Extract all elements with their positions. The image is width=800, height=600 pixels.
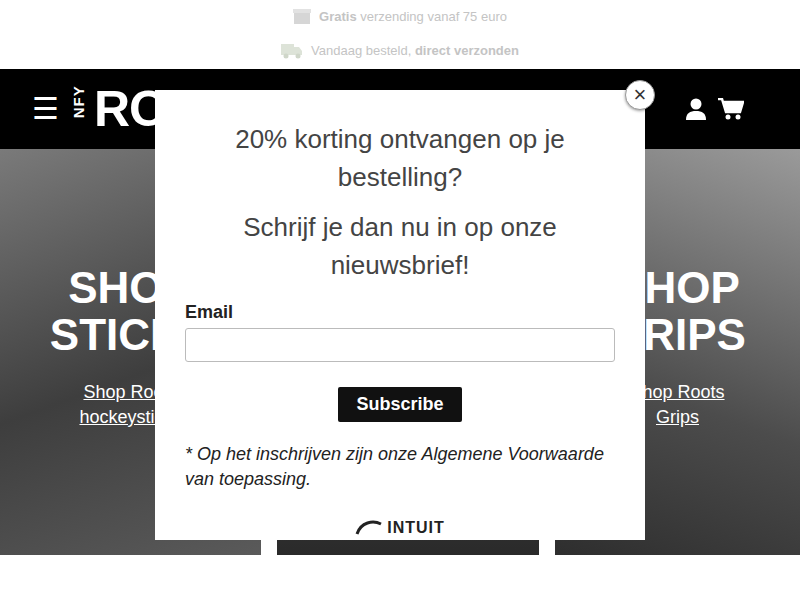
usp-part: Vandaag besteld,: [311, 43, 415, 58]
menu-icon[interactable]: ☰: [32, 94, 58, 124]
usp-text: Vandaag besteld, direct verzonden: [311, 41, 519, 61]
usp-bar: Gratis verzending vanaf 75 euro Vandaag b…: [0, 0, 800, 69]
usp-part: Gratis: [319, 9, 357, 24]
popup-subtitle: Schrijf je dan nu in op onze nieuwsbrief…: [220, 208, 580, 284]
logo-small: NFY: [68, 100, 91, 118]
package-icon: [293, 9, 311, 25]
usp-part: direct verzonden: [415, 43, 519, 58]
usp-line: Gratis verzending vanaf 75 euro: [293, 7, 507, 27]
intuit-text: INTUIT: [387, 516, 445, 540]
intuit-swoosh-icon: [355, 520, 383, 536]
header-actions: [686, 98, 744, 120]
email-label: Email: [185, 302, 615, 322]
usp-line: Vandaag besteld, direct verzonden: [281, 41, 519, 61]
signup-form: Email Subscribe * Op het inschrijven zijn …: [185, 302, 615, 492]
usp-part: verzending vanaf 75 euro: [357, 9, 507, 24]
truck-icon: [281, 43, 303, 59]
subscribe-button[interactable]: Subscribe: [338, 387, 461, 422]
close-button[interactable]: ×: [625, 80, 655, 110]
terms-text: * Op het inschrijven zijn onze Algemene …: [185, 442, 615, 492]
email-input[interactable]: [185, 328, 615, 362]
cart-icon[interactable]: [718, 98, 744, 120]
usp-text: Gratis verzending vanaf 75 euro: [319, 7, 507, 27]
popup-title: 20% korting ontvangen op je bestelling?: [220, 120, 580, 196]
newsletter-popup: 20% korting ontvangen op je bestelling? S…: [155, 90, 645, 540]
intuit-logo: INTUIT: [355, 516, 445, 540]
user-icon[interactable]: [686, 98, 706, 120]
